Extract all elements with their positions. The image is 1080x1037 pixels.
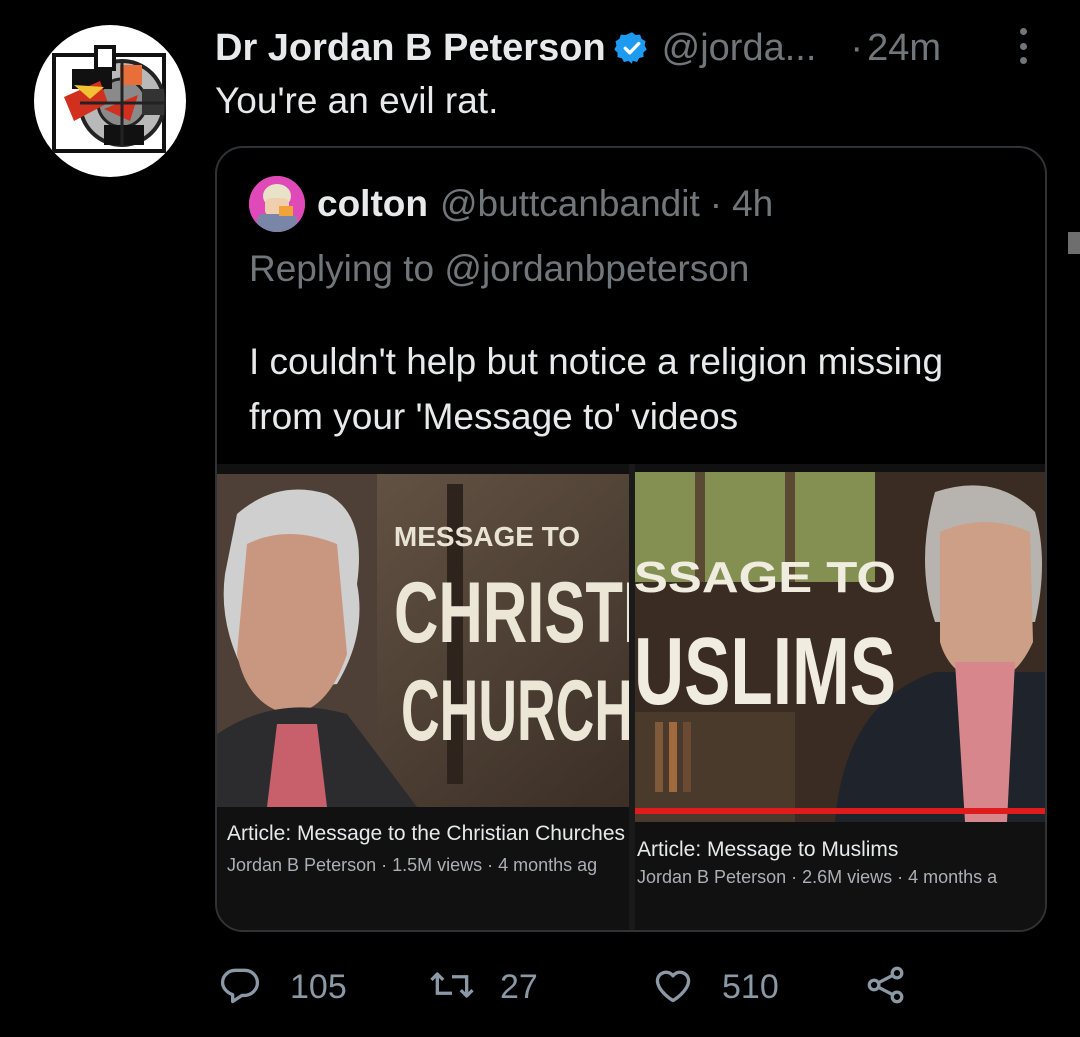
verified-badge-icon [613, 30, 650, 66]
quoted-author-handle[interactable]: @buttcanbandit [440, 183, 700, 225]
thumb-text-message-to: SSAGE TO [635, 553, 896, 602]
replying-to-line: Replying to @jordanbpeterson [249, 248, 749, 290]
quoted-tweet-header: colton @buttcanbandit · 4h [249, 176, 773, 232]
reply-icon [218, 963, 262, 1012]
tweet-header: Dr Jordan B Peterson @jorda... · 24m [215, 22, 941, 74]
replying-to-mention[interactable]: @jordanbpeterson [444, 248, 749, 289]
quoted-tweet-text: I couldn't help but notice a religion mi… [249, 341, 944, 437]
video-attachments: MESSAGE TO CHRISTI CHURCH Article: Messa… [217, 464, 1045, 930]
thumb-text-muslims: USLIMS [635, 618, 896, 725]
video-card-christian[interactable]: MESSAGE TO CHRISTI CHURCH Article: Messa… [217, 464, 629, 930]
video-meta: Article: Message to Muslims Jordan B Pet… [637, 836, 1045, 888]
video-meta: Article: Message to the Christian Church… [227, 820, 629, 876]
retweet-count: 27 [500, 967, 538, 1006]
share-icon [862, 963, 910, 1012]
video-progress-bar [635, 808, 1045, 814]
tweet-actions: 105 27 510 [218, 962, 938, 1012]
replying-to-prefix: Replying to [249, 248, 435, 289]
more-options-icon[interactable] [1014, 28, 1032, 64]
retweet-icon [428, 963, 476, 1012]
quoted-timestamp[interactable]: 4h [732, 183, 773, 225]
like-icon [650, 963, 696, 1012]
author-handle[interactable]: @jorda... [662, 27, 817, 70]
video-stats: Jordan B Peterson · 1.5M views · 4 month… [227, 855, 598, 875]
video-card-muslims[interactable]: SSAGE TO USLIMS Article: Message to Musl… [635, 464, 1045, 930]
author-avatar[interactable] [34, 25, 186, 177]
reply-button[interactable]: 105 [218, 962, 347, 1012]
like-button[interactable]: 510 [650, 962, 779, 1012]
video-thumbnail[interactable]: MESSAGE TO CHRISTI CHURCH [217, 474, 629, 807]
retweet-button[interactable]: 27 [428, 962, 538, 1012]
quoted-author-avatar[interactable] [249, 176, 305, 232]
separator-dot: · [850, 26, 864, 69]
quoted-separator: · [709, 183, 723, 224]
thumb-text-church: CHURCH [401, 663, 629, 759]
video-thumbnail[interactable]: SSAGE TO USLIMS [635, 472, 1045, 822]
tweet-text: You're an evil rat. [215, 80, 499, 121]
quoted-author-name[interactable]: colton [317, 183, 428, 225]
quoted-tweet[interactable]: colton @buttcanbandit · 4h Replying to @… [215, 146, 1047, 932]
video-stats: Jordan B Peterson · 2.6M views · 4 month… [637, 867, 998, 887]
thumb-text-message-to: MESSAGE TO [394, 521, 580, 552]
reply-count: 105 [290, 967, 347, 1006]
author-name[interactable]: Dr Jordan B Peterson [215, 27, 606, 70]
share-button[interactable] [862, 962, 910, 1012]
video-title[interactable]: Article: Message to the Christian Church… [227, 820, 629, 847]
like-count: 510 [722, 967, 779, 1006]
tweet-timestamp[interactable]: 24m [867, 27, 941, 70]
video-title[interactable]: Article: Message to Muslims [637, 836, 1045, 863]
thumb-text-christian: CHRISTI [394, 565, 629, 661]
scroll-indicator [1068, 232, 1080, 254]
